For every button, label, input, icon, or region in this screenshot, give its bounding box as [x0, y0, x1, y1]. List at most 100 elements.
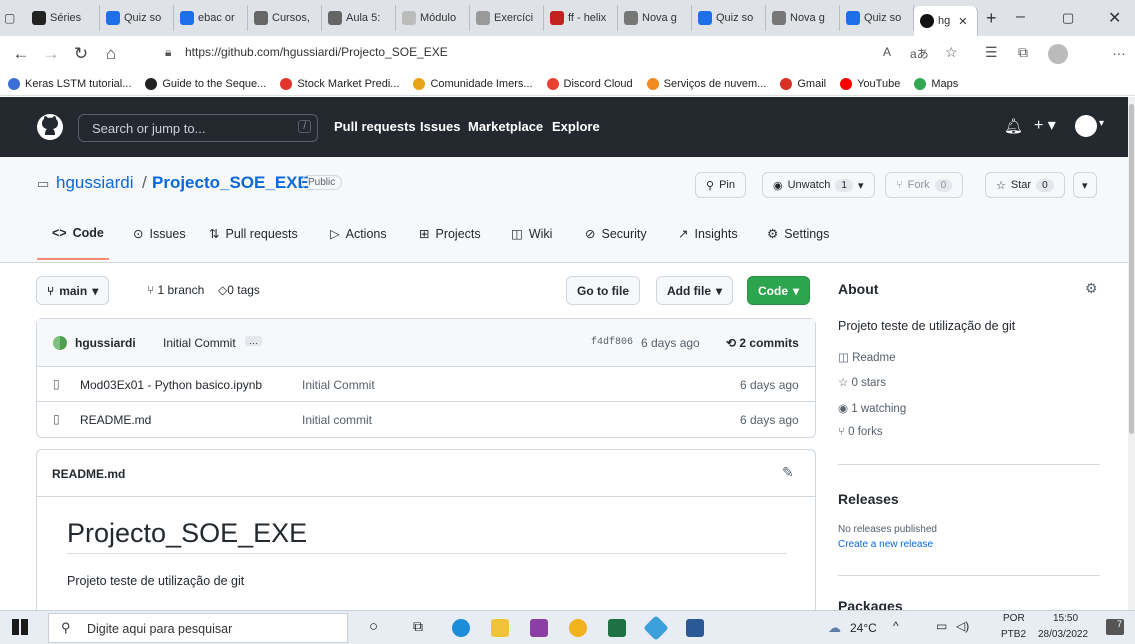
weather-temp[interactable]: 24°C: [850, 621, 877, 635]
collections-icon[interactable]: ⧉: [1018, 44, 1028, 61]
file-commit-message[interactable]: Initial commit: [302, 413, 372, 427]
browser-tab[interactable]: Exercíci: [470, 5, 544, 31]
maximize-button[interactable]: ▢: [1062, 10, 1074, 26]
tab-insights[interactable]: ↗ Insights: [678, 226, 738, 242]
file-name[interactable]: Mod03Ex01 - Python basico.ipynb: [80, 378, 262, 392]
file-name[interactable]: README.md: [80, 413, 151, 427]
new-tab-button[interactable]: +: [986, 8, 997, 29]
gear-icon[interactable]: ⚙: [1085, 280, 1098, 297]
tab-code[interactable]: <> Code: [52, 226, 104, 240]
pin-button[interactable]: ⚲ Pin: [695, 172, 746, 198]
browser-tab[interactable]: Quiz so: [692, 5, 766, 31]
pencil-icon[interactable]: ✎: [782, 464, 794, 481]
tab-pull-requests[interactable]: ⇅ Pull requests: [209, 226, 298, 242]
notification-icon[interactable]: 7: [1106, 619, 1124, 635]
browser-tab[interactable]: Nova g: [766, 5, 840, 31]
commit-author[interactable]: hgussiardi: [75, 336, 136, 350]
language-label[interactable]: POR: [1003, 613, 1025, 624]
tab-settings[interactable]: ⚙ Settings: [767, 226, 829, 242]
browser-tab[interactable]: ff - helix: [544, 5, 618, 31]
chevron-down-icon[interactable]: ▾: [1099, 118, 1104, 129]
readme-link[interactable]: ◫ Readme: [838, 350, 896, 364]
bookmark-item[interactable]: Guide to the Seque...: [145, 77, 266, 90]
task-view-icon[interactable]: ⧉: [413, 618, 423, 635]
favorites-icon[interactable]: ☰: [985, 44, 998, 61]
scrollbar-thumb[interactable]: [1129, 104, 1134, 434]
window-menu-icon[interactable]: ▢: [4, 11, 26, 25]
commit-hash[interactable]: f4df806: [591, 337, 633, 348]
releases-title[interactable]: Releases: [838, 491, 899, 507]
branches-link[interactable]: ⑂ 1 branch: [147, 283, 204, 297]
tab-wiki[interactable]: ◫ Wiki: [511, 226, 552, 242]
clock-time[interactable]: 15:50: [1053, 613, 1078, 624]
more-icon[interactable]: …: [1112, 42, 1126, 58]
home-icon[interactable]: ⌂: [96, 44, 126, 64]
site-info-icon[interactable]: 🔒︎: [165, 45, 171, 60]
close-window-button[interactable]: ✕: [1108, 8, 1121, 28]
browser-tab[interactable]: Nova g: [618, 5, 692, 31]
cortana-icon[interactable]: ○: [369, 618, 378, 635]
user-avatar[interactable]: [1075, 115, 1097, 137]
bookmark-item[interactable]: Discord Cloud: [546, 77, 633, 90]
bookmark-item[interactable]: Stock Market Predi...: [280, 77, 399, 90]
tray-chevron-icon[interactable]: ^: [893, 619, 899, 633]
stars-link[interactable]: ☆ 0 stars: [838, 375, 886, 389]
tab-projects[interactable]: ⊞ Projects: [419, 226, 481, 242]
volume-icon[interactable]: ◁): [956, 619, 969, 633]
excel-icon[interactable]: [608, 619, 626, 637]
browser-tab[interactable]: Quiz so: [840, 5, 914, 31]
forks-link[interactable]: ⑂ 0 forks: [838, 426, 883, 438]
add-file-button[interactable]: Add file ▾: [656, 276, 734, 305]
browser-tab[interactable]: ebac or: [174, 5, 248, 31]
browser-tab[interactable]: Cursos,: [248, 5, 322, 31]
repo-name-link[interactable]: Projecto_SOE_EXE: [152, 173, 309, 193]
back-button[interactable]: ←: [6, 44, 36, 64]
nav-marketplace[interactable]: Marketplace: [468, 119, 543, 134]
nav-issues[interactable]: Issues: [420, 119, 460, 134]
github-logo-icon[interactable]: [36, 113, 64, 141]
code-button[interactable]: Code ▾: [747, 276, 811, 305]
python-icon[interactable]: [569, 619, 587, 637]
network-icon[interactable]: ▭: [936, 619, 947, 633]
nav-explore[interactable]: Explore: [552, 119, 600, 134]
bell-icon[interactable]: 🔔︎: [1004, 117, 1023, 135]
browser-tab[interactable]: Aula 5:: [322, 5, 396, 31]
weather-icon[interactable]: ☁: [828, 620, 841, 636]
winrar-icon[interactable]: [530, 619, 548, 637]
keyboard-label[interactable]: PTB2: [1001, 629, 1026, 640]
repo-owner-link[interactable]: hgussiardi: [56, 173, 134, 193]
browser-tab[interactable]: Módulo: [396, 5, 470, 31]
goto-file-button[interactable]: Go to file: [566, 276, 640, 305]
favorite-icon[interactable]: ☆: [945, 44, 958, 61]
unwatch-button[interactable]: ◉ Unwatch 1 ▾: [762, 172, 875, 198]
expand-message-button[interactable]: …: [245, 336, 262, 346]
tags-link[interactable]: ◇0 tags: [218, 283, 260, 297]
create-release-link[interactable]: Create a new release: [838, 539, 933, 550]
tab-actions[interactable]: ▷ Actions: [330, 226, 387, 242]
commit-message[interactable]: Initial Commit: [163, 336, 236, 350]
file-explorer-icon[interactable]: [491, 619, 509, 637]
star-button[interactable]: ☆ Star 0: [985, 172, 1065, 198]
edge-icon[interactable]: [452, 619, 470, 637]
close-icon[interactable]: ✕: [958, 15, 967, 28]
profile-avatar[interactable]: [1048, 44, 1068, 64]
bookmark-item[interactable]: Gmail: [780, 77, 826, 90]
plus-menu-icon[interactable]: + ▾: [1034, 115, 1056, 135]
git-icon[interactable]: [643, 615, 669, 641]
minimize-button[interactable]: –: [1016, 8, 1025, 26]
branch-select-button[interactable]: ⑂ main ▾: [36, 276, 110, 305]
word-icon[interactable]: [686, 619, 704, 637]
browser-tab[interactable]: Séries: [26, 5, 100, 31]
taskbar-search[interactable]: ⚲ Digite aqui para pesquisar: [48, 613, 348, 643]
bookmark-item[interactable]: YouTube: [840, 77, 900, 90]
bookmark-item[interactable]: Keras LSTM tutorial...: [8, 77, 131, 90]
forward-button[interactable]: →: [36, 44, 66, 64]
search-input[interactable]: Search or jump to... /: [78, 114, 318, 142]
browser-tab[interactable]: Quiz so: [100, 5, 174, 31]
bookmark-item[interactable]: Serviços de nuvem...: [646, 77, 766, 90]
translate-icon[interactable]: aあ: [910, 45, 929, 62]
tab-issues[interactable]: ⊙ Issues: [133, 226, 186, 242]
star-list-dropdown[interactable]: ▾: [1073, 172, 1097, 198]
fork-button[interactable]: ⑂ Fork 0: [885, 172, 964, 198]
file-commit-message[interactable]: Initial Commit: [302, 378, 375, 392]
